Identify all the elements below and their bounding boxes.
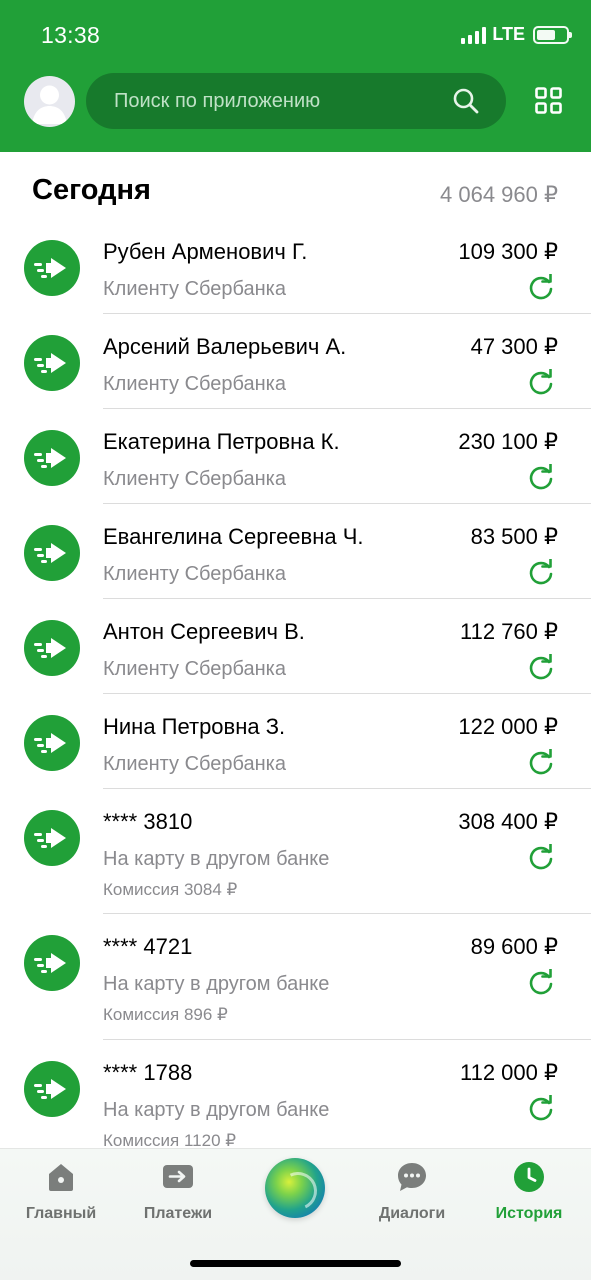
transaction-amount: 230 100 ₽ bbox=[458, 429, 558, 454]
row-divider bbox=[103, 408, 591, 409]
row-divider bbox=[103, 693, 591, 694]
transaction-amount: 47 300 ₽ bbox=[470, 334, 558, 359]
battery-icon bbox=[533, 25, 572, 44]
transaction-type: Клиенту Сбербанка bbox=[103, 563, 286, 585]
transaction-recipient: **** 4721 bbox=[103, 934, 193, 959]
payments-icon bbox=[163, 1165, 193, 1188]
transfer-arrow-icon bbox=[24, 240, 80, 296]
search-input[interactable] bbox=[114, 73, 434, 129]
transaction-recipient: Евангелина Сергеевна Ч. bbox=[103, 524, 364, 549]
transaction-type: Клиенту Сбербанка bbox=[103, 373, 286, 395]
tab-payments[interactable]: Платежи bbox=[123, 1149, 233, 1249]
transaction-fee: Комиссия 3084 ₽ bbox=[103, 880, 238, 899]
repeat-icon[interactable] bbox=[527, 844, 555, 872]
transaction-recipient: Екатерина Петровна К. bbox=[103, 429, 340, 454]
transaction-amount: 308 400 ₽ bbox=[458, 809, 558, 834]
transaction-amount: 89 600 ₽ bbox=[470, 934, 558, 959]
repeat-icon[interactable] bbox=[527, 559, 555, 587]
grid-menu-icon[interactable] bbox=[535, 87, 562, 114]
tab-label: Диалоги bbox=[378, 1205, 446, 1222]
status-time: 13:38 bbox=[41, 22, 101, 48]
network-type: LTE bbox=[492, 24, 525, 44]
repeat-icon[interactable] bbox=[527, 969, 555, 997]
transfer-arrow-icon bbox=[24, 620, 80, 676]
transfer-arrow-icon bbox=[24, 810, 80, 866]
row-divider bbox=[103, 788, 591, 789]
search-bar[interactable] bbox=[86, 73, 506, 129]
transaction-row[interactable]: Евангелина Сергеевна Ч. Клиенту Сбербанк… bbox=[0, 517, 591, 612]
tab-label: Платежи bbox=[143, 1205, 213, 1222]
tab-label: Главный bbox=[25, 1205, 97, 1222]
section-header: Сегодня 4 064 960 ₽ bbox=[0, 152, 591, 232]
user-silhouette-icon bbox=[32, 85, 67, 124]
transaction-type: На карту в другом банке bbox=[103, 1099, 330, 1121]
transaction-recipient: Антон Сергеевич В. bbox=[103, 619, 305, 644]
sber-assistant-icon[interactable] bbox=[265, 1158, 325, 1218]
history-list[interactable]: Сегодня 4 064 960 ₽ Рубен Арменович Г. К… bbox=[0, 152, 591, 1152]
transaction-amount: 83 500 ₽ bbox=[470, 524, 558, 549]
row-divider bbox=[103, 313, 591, 314]
repeat-icon[interactable] bbox=[527, 274, 555, 302]
transaction-type: Клиенту Сбербанка bbox=[103, 658, 286, 680]
row-divider bbox=[103, 1039, 591, 1040]
transaction-recipient: Нина Петровна З. bbox=[103, 714, 286, 739]
transaction-type: На карту в другом банке bbox=[103, 848, 330, 870]
transaction-recipient: Рубен Арменович Г. bbox=[103, 239, 308, 264]
transaction-row[interactable]: Екатерина Петровна К. Клиенту Сбербанка … bbox=[0, 422, 591, 517]
status-indicators: LTE bbox=[461, 24, 572, 45]
transaction-row[interactable]: **** 1788 На карту в другом банке Комисс… bbox=[0, 1053, 591, 1152]
avatar[interactable] bbox=[24, 76, 75, 127]
repeat-icon[interactable] bbox=[527, 369, 555, 397]
transfer-arrow-icon bbox=[24, 1061, 80, 1117]
tab-history[interactable]: История bbox=[474, 1149, 584, 1249]
search-icon[interactable] bbox=[452, 87, 480, 115]
clock-icon bbox=[514, 1162, 544, 1192]
transaction-row[interactable]: **** 4721 На карту в другом банке Комисс… bbox=[0, 927, 591, 1053]
transaction-recipient: **** 1788 bbox=[103, 1060, 193, 1085]
bottom-tab-bar: Главный Платежи Диалоги История bbox=[0, 1148, 591, 1280]
signal-icon bbox=[461, 26, 487, 44]
transaction-type: Клиенту Сбербанка bbox=[103, 753, 286, 775]
transaction-amount: 122 000 ₽ bbox=[458, 714, 558, 739]
repeat-icon[interactable] bbox=[527, 749, 555, 777]
section-total: 4 064 960 ₽ bbox=[440, 182, 558, 207]
transaction-row[interactable]: Рубен Арменович Г. Клиенту Сбербанка 109… bbox=[0, 232, 591, 327]
transaction-recipient: Арсений Валерьевич А. bbox=[103, 334, 347, 359]
transaction-type: Клиенту Сбербанка bbox=[103, 468, 286, 490]
repeat-icon[interactable] bbox=[527, 1095, 555, 1123]
row-divider bbox=[103, 913, 591, 914]
tab-home[interactable]: Главный bbox=[6, 1149, 116, 1249]
app-header: 13:38 LTE bbox=[0, 0, 591, 152]
tab-dialogs[interactable]: Диалоги bbox=[357, 1149, 467, 1249]
transaction-amount: 112 000 ₽ bbox=[459, 1060, 558, 1085]
chat-icon bbox=[398, 1163, 426, 1191]
transaction-row[interactable]: Антон Сергеевич В. Клиенту Сбербанка 112… bbox=[0, 612, 591, 707]
transfer-arrow-icon bbox=[24, 430, 80, 486]
transfer-arrow-icon bbox=[24, 715, 80, 771]
repeat-icon[interactable] bbox=[527, 464, 555, 492]
tab-label: История bbox=[495, 1205, 563, 1222]
transfer-arrow-icon bbox=[24, 335, 80, 391]
home-indicator[interactable] bbox=[190, 1260, 401, 1267]
transaction-row[interactable]: **** 3810 На карту в другом банке Комисс… bbox=[0, 802, 591, 927]
section-title: Сегодня bbox=[32, 174, 151, 206]
transaction-type: На карту в другом банке bbox=[103, 973, 330, 995]
transfer-arrow-icon bbox=[24, 525, 80, 581]
transaction-amount: 109 300 ₽ bbox=[458, 239, 558, 264]
transaction-amount: 112 760 ₽ bbox=[459, 619, 558, 644]
transaction-fee: Комиссия 896 ₽ bbox=[103, 1005, 228, 1024]
row-divider bbox=[103, 598, 591, 599]
transaction-recipient: **** 3810 bbox=[103, 809, 193, 834]
repeat-icon[interactable] bbox=[527, 654, 555, 682]
transaction-type: Клиенту Сбербанка bbox=[103, 278, 286, 300]
transaction-row[interactable]: Нина Петровна З. Клиенту Сбербанка 122 0… bbox=[0, 707, 591, 802]
home-icon bbox=[49, 1164, 73, 1191]
transaction-row[interactable]: Арсений Валерьевич А. Клиенту Сбербанка … bbox=[0, 327, 591, 422]
row-divider bbox=[103, 503, 591, 504]
transfer-arrow-icon bbox=[24, 935, 80, 991]
